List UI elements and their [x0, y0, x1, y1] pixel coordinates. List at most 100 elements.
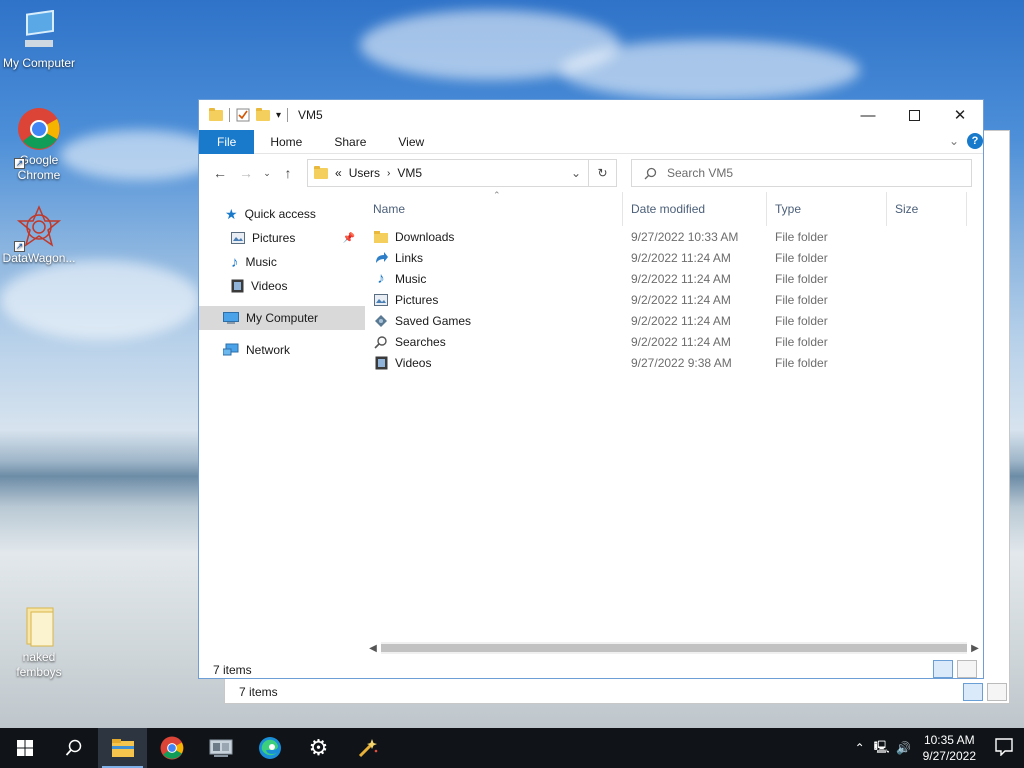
large-icons-view-icon[interactable]	[957, 660, 977, 678]
desktop-icon-datawagon[interactable]: ↗ DataWagon...	[0, 205, 78, 266]
breadcrumb-users[interactable]: Users	[349, 166, 380, 180]
taskbar-server-manager[interactable]	[196, 728, 245, 768]
details-view-icon	[963, 683, 983, 701]
file-name: Pictures	[395, 292, 439, 307]
forward-button[interactable]: →	[233, 165, 259, 181]
nav-label: Videos	[251, 279, 288, 293]
file-name-cell[interactable]: Videos	[365, 356, 623, 370]
horizontal-scrollbar[interactable]: ◀ ▶	[365, 640, 983, 656]
file-row[interactable]: ♪ Music 9/2/2022 11:24 AM File folder	[365, 268, 983, 289]
desktop-icon-folder[interactable]: naked femboys	[0, 604, 78, 680]
search-button[interactable]	[49, 728, 98, 768]
back-button[interactable]: ←	[207, 165, 233, 181]
nav-label: My Computer	[246, 311, 319, 325]
customize-toolbar-icon[interactable]: ▾	[276, 110, 281, 121]
divider	[287, 108, 289, 122]
tab-home[interactable]: Home	[254, 130, 318, 154]
properties-icon[interactable]	[236, 108, 250, 122]
file-name-cell[interactable]: Downloads	[365, 230, 623, 244]
desktop-icon-my-computer[interactable]: My Computer	[0, 10, 78, 71]
file-name-cell[interactable]: Links	[365, 251, 623, 265]
file-type: File folder	[775, 229, 828, 244]
file-type: File folder	[775, 334, 828, 349]
scroll-right-icon[interactable]: ▶	[967, 643, 983, 654]
chrome-icon	[18, 108, 60, 150]
up-button[interactable]: ↑	[275, 165, 301, 181]
maximize-button[interactable]	[891, 100, 937, 130]
taskbar-magic-wand-app[interactable]	[343, 728, 392, 768]
taskbar-file-explorer[interactable]	[98, 728, 147, 768]
column-type[interactable]: Type	[767, 192, 887, 226]
desktop-icon-chrome[interactable]: ↗ Google Chrome	[0, 107, 78, 183]
file-row[interactable]: Searches 9/2/2022 11:24 AM File folder	[365, 331, 983, 352]
file-date: 9/27/2022 10:33 AM	[631, 229, 739, 244]
file-name: Saved Games	[395, 313, 472, 328]
file-type: File folder	[775, 313, 828, 328]
expand-ribbon-icon[interactable]: ⌄	[949, 134, 959, 148]
address-overflow[interactable]: «	[335, 166, 342, 180]
nav-quick-access[interactable]: ★ Quick access	[199, 202, 365, 226]
column-date-modified[interactable]: Date modified	[623, 192, 767, 226]
volume-icon[interactable]: 🔊	[893, 741, 915, 755]
action-center-icon[interactable]	[984, 737, 1024, 759]
taskbar-edge[interactable]	[245, 728, 294, 768]
pictures-icon	[373, 293, 389, 306]
file-row[interactable]: Pictures 9/2/2022 11:24 AM File folder	[365, 289, 983, 310]
navigation-bar: ← → ⌄ ↑ « Users › VM5 ⌄ ↻ Search VM5	[199, 154, 983, 192]
show-hidden-icons-icon[interactable]: ⌃	[849, 741, 871, 755]
file-row[interactable]: Links 9/2/2022 11:24 AM File folder	[365, 247, 983, 268]
nav-pictures[interactable]: Pictures 📌	[199, 226, 365, 250]
help-icon[interactable]: ?	[967, 133, 983, 149]
column-size[interactable]: Size	[887, 192, 967, 226]
item-count: 7 items	[213, 663, 252, 677]
file-date: 9/2/2022 11:24 AM	[631, 271, 731, 286]
minimize-button[interactable]: —	[845, 100, 891, 130]
file-name-cell[interactable]: ♪ Music	[365, 272, 623, 286]
title-bar[interactable]: ▾ VM5 — ✕	[199, 100, 983, 130]
pin-icon[interactable]: 📌	[343, 233, 355, 244]
breadcrumb-vm5[interactable]: VM5	[397, 166, 422, 180]
scroll-left-icon[interactable]: ◀	[365, 643, 381, 654]
nav-network[interactable]: Network	[199, 338, 365, 362]
scroll-thumb[interactable]	[381, 644, 967, 652]
file-row[interactable]: Downloads 9/27/2022 10:33 AM File folder	[365, 226, 983, 247]
breadcrumb-separator-icon[interactable]: ›	[387, 168, 390, 179]
nav-my-computer[interactable]: My Computer	[199, 306, 365, 330]
computer-icon	[223, 311, 239, 324]
network-status-icon[interactable]: 🖳	[871, 738, 893, 759]
close-button[interactable]: ✕	[937, 100, 983, 130]
recent-locations-icon[interactable]: ⌄	[259, 168, 275, 179]
start-button[interactable]	[0, 728, 49, 768]
search-box[interactable]: Search VM5	[631, 159, 972, 187]
desktop-icon-label: naked femboys	[16, 650, 62, 679]
clock[interactable]: 10:35 AM 9/27/2022	[915, 732, 984, 764]
tab-share[interactable]: Share	[318, 130, 382, 154]
tab-view[interactable]: View	[382, 130, 440, 154]
taskbar-chrome[interactable]	[147, 728, 196, 768]
file-name-cell[interactable]: Searches	[365, 335, 623, 349]
file-name-cell[interactable]: Pictures	[365, 293, 623, 307]
taskbar-settings[interactable]: ⚙	[294, 728, 343, 768]
file-row[interactable]: Videos 9/27/2022 9:38 AM File folder	[365, 352, 983, 373]
background-status-text: 7 items	[239, 685, 278, 699]
address-bar[interactable]: « Users › VM5 ⌄	[307, 159, 589, 187]
music-icon: ♪	[377, 271, 385, 286]
file-date: 9/27/2022 9:38 AM	[631, 355, 732, 370]
file-name-cell[interactable]: Saved Games	[365, 314, 623, 328]
file-date: 9/2/2022 11:24 AM	[631, 313, 731, 328]
edge-icon	[258, 737, 281, 759]
details-view-icon[interactable]	[933, 660, 953, 678]
tab-file[interactable]: File	[199, 129, 255, 154]
address-dropdown-icon[interactable]: ⌄	[564, 166, 588, 180]
nav-music[interactable]: ♪ Music	[199, 250, 365, 274]
scroll-track[interactable]	[381, 642, 967, 654]
file-row[interactable]: Saved Games 9/2/2022 11:24 AM File folder	[365, 310, 983, 331]
file-type: File folder	[775, 271, 828, 286]
magic-wand-icon	[358, 739, 377, 758]
refresh-button[interactable]: ↻	[589, 159, 617, 187]
pictures-icon	[231, 232, 245, 244]
nav-videos[interactable]: Videos	[199, 274, 365, 298]
new-folder-icon[interactable]	[256, 107, 270, 121]
file-type: File folder	[775, 292, 828, 307]
file-list: ⌃ Name Date modified Type Size Downloads…	[365, 190, 983, 658]
